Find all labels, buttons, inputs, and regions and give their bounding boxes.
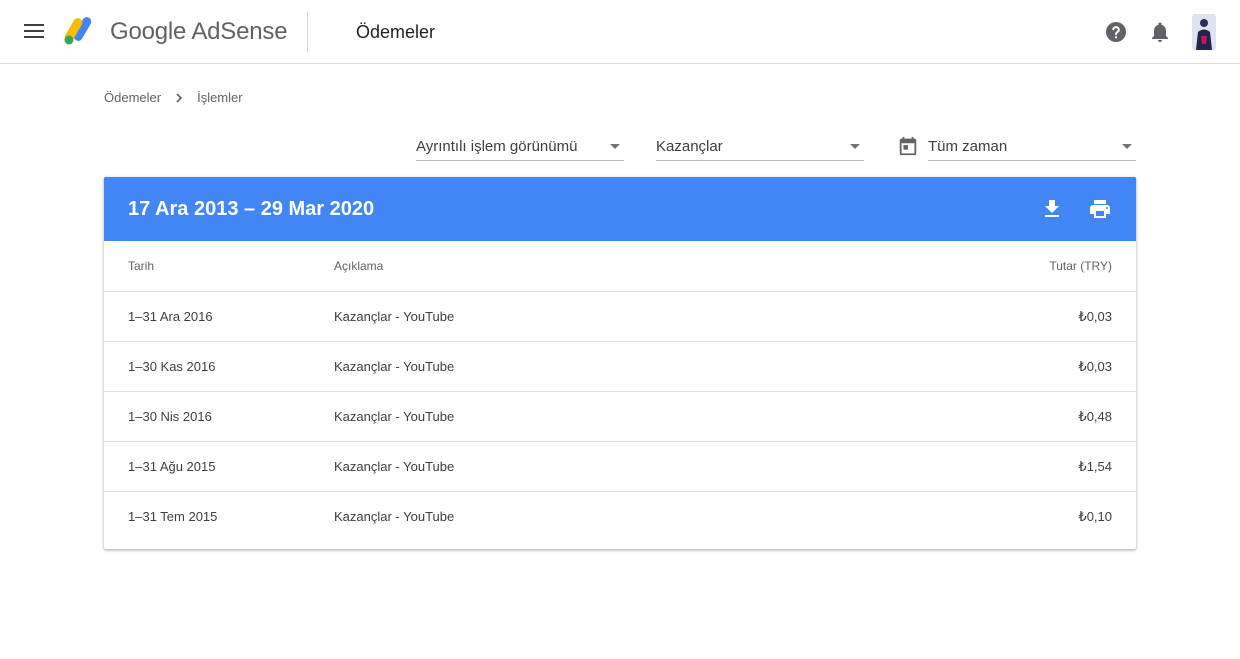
download-icon[interactable] — [1040, 197, 1064, 221]
row-amount: ₺0,03 — [1078, 359, 1112, 374]
row-amount: ₺0,10 — [1078, 509, 1112, 524]
dropdown-arrow-icon — [850, 144, 860, 149]
row-date: 1–31 Tem 2015 — [128, 509, 218, 524]
view-select-value: Ayrıntılı işlem görünümü — [416, 138, 578, 155]
table-row: 1–30 Nis 2016 Kazançlar - YouTube ₺0,48 — [104, 392, 1136, 442]
column-header-description: Açıklama — [334, 259, 384, 273]
row-description: Kazançlar - YouTube — [334, 509, 455, 524]
menu-icon[interactable] — [22, 22, 46, 42]
date-range-title: 17 Ara 2013 – 29 Mar 2020 — [128, 198, 375, 220]
table-row: 1–30 Kas 2016 Kazançlar - YouTube ₺0,03 — [104, 342, 1136, 392]
transactions-card: 17 Ara 2013 – 29 Mar 2020 Tarih Açıklama… — [104, 177, 1136, 549]
dropdown-arrow-icon — [610, 144, 620, 149]
breadcrumb: Ödemeler İşlemler — [104, 90, 243, 105]
help-icon[interactable] — [1104, 20, 1128, 44]
date-range-select[interactable]: Tüm zaman — [928, 128, 1136, 161]
row-description: Kazançlar - YouTube — [334, 459, 455, 474]
calendar-icon[interactable] — [897, 135, 919, 157]
adsense-logo[interactable] — [64, 14, 100, 46]
row-description: Kazançlar - YouTube — [334, 309, 455, 324]
column-header-amount: Tutar (TRY) — [1049, 259, 1112, 273]
date-range-value: Tüm zaman — [928, 138, 1008, 155]
chevron-right-icon — [176, 92, 183, 103]
bell-icon[interactable] — [1148, 20, 1172, 44]
breadcrumb-transactions[interactable]: İşlemler — [197, 90, 243, 105]
row-date: 1–30 Kas 2016 — [128, 359, 216, 374]
row-amount: ₺0,03 — [1078, 309, 1112, 324]
avatar[interactable] — [1192, 14, 1216, 50]
brand-name: Google AdSense — [110, 18, 288, 45]
breadcrumb-payments[interactable]: Ödemeler — [104, 90, 161, 105]
print-icon[interactable] — [1088, 197, 1112, 221]
row-description: Kazançlar - YouTube — [334, 409, 455, 424]
row-date: 1–30 Nis 2016 — [128, 409, 212, 424]
card-header: 17 Ara 2013 – 29 Mar 2020 — [104, 177, 1136, 241]
page-title: Ödemeler — [356, 22, 436, 42]
view-select[interactable]: Ayrıntılı işlem görünümü — [416, 128, 624, 161]
row-amount: ₺1,54 — [1078, 459, 1112, 474]
table-header: Tarih Açıklama Tutar (TRY) — [104, 241, 1136, 292]
header-divider — [307, 12, 308, 52]
column-header-date: Tarih — [128, 259, 155, 273]
top-app-bar: Google AdSense Ödemeler — [0, 0, 1240, 64]
row-date: 1–31 Ara 2016 — [128, 309, 213, 324]
row-date: 1–31 Ağu 2015 — [128, 459, 216, 474]
table-row: 1–31 Ara 2016 Kazançlar - YouTube ₺0,03 — [104, 292, 1136, 342]
table-row: 1–31 Ağu 2015 Kazançlar - YouTube ₺1,54 — [104, 442, 1136, 492]
row-amount: ₺0,48 — [1078, 409, 1112, 424]
dropdown-arrow-icon — [1122, 144, 1132, 149]
table-row: 1–31 Tem 2015 Kazançlar - YouTube ₺0,10 — [104, 492, 1136, 542]
type-select-value: Kazançlar — [656, 138, 723, 155]
row-description: Kazançlar - YouTube — [334, 359, 455, 374]
type-select[interactable]: Kazançlar — [656, 128, 864, 161]
